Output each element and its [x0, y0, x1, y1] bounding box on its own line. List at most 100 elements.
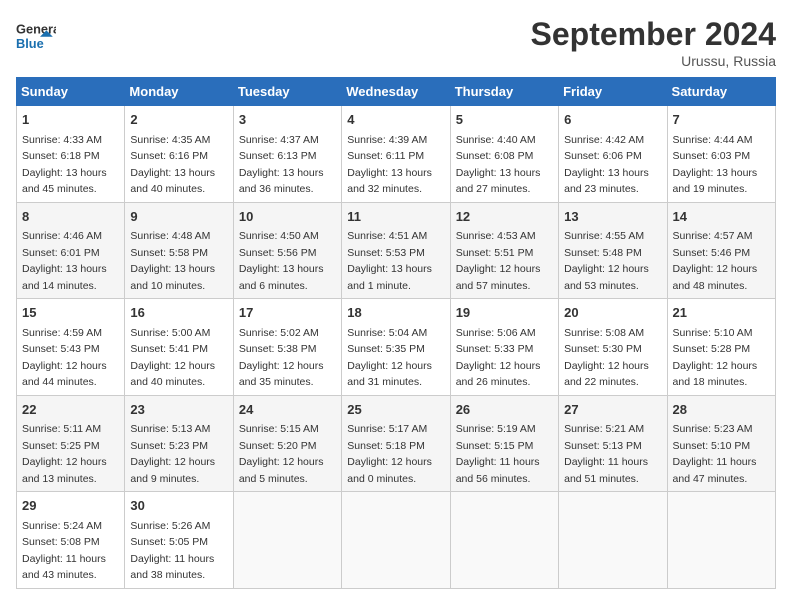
- cell-text: Sunrise: 5:10 AMSunset: 5:28 PMDaylight:…: [673, 327, 758, 389]
- day-number: 3: [239, 110, 336, 130]
- calendar-cell: 28 Sunrise: 5:23 AMSunset: 5:10 PMDayligh…: [667, 395, 775, 492]
- cell-text: Sunrise: 4:48 AMSunset: 5:58 PMDaylight:…: [130, 230, 215, 292]
- cell-text: Sunrise: 4:33 AMSunset: 6:18 PMDaylight:…: [22, 134, 107, 196]
- calendar-cell: 21 Sunrise: 5:10 AMSunset: 5:28 PMDayligh…: [667, 299, 775, 396]
- calendar-cell: 1 Sunrise: 4:33 AMSunset: 6:18 PMDaylight…: [17, 106, 125, 203]
- calendar-cell: 3 Sunrise: 4:37 AMSunset: 6:13 PMDaylight…: [233, 106, 341, 203]
- day-number: 2: [130, 110, 227, 130]
- day-number: 6: [564, 110, 661, 130]
- calendar-cell: 6 Sunrise: 4:42 AMSunset: 6:06 PMDaylight…: [559, 106, 667, 203]
- weekday-header-wednesday: Wednesday: [342, 78, 450, 106]
- calendar-cell: [559, 492, 667, 589]
- day-number: 13: [564, 207, 661, 227]
- calendar-cell: 5Sunrise: 4:40 AMSunset: 6:08 PMDaylight…: [450, 106, 558, 203]
- week-row-2: 8 Sunrise: 4:46 AMSunset: 6:01 PMDaylight…: [17, 202, 776, 299]
- cell-text: Sunrise: 4:55 AMSunset: 5:48 PMDaylight:…: [564, 230, 649, 292]
- day-number: 10: [239, 207, 336, 227]
- cell-text: Sunrise: 4:42 AMSunset: 6:06 PMDaylight:…: [564, 134, 649, 196]
- calendar-cell: 9 Sunrise: 4:48 AMSunset: 5:58 PMDaylight…: [125, 202, 233, 299]
- cell-text: Sunrise: 5:11 AMSunset: 5:25 PMDaylight:…: [22, 423, 107, 485]
- calendar-cell: [233, 492, 341, 589]
- day-number: 15: [22, 303, 119, 323]
- cell-text: Sunrise: 4:35 AMSunset: 6:16 PMDaylight:…: [130, 134, 215, 196]
- day-number: 30: [130, 496, 227, 516]
- week-row-1: 1 Sunrise: 4:33 AMSunset: 6:18 PMDaylight…: [17, 106, 776, 203]
- week-row-3: 15 Sunrise: 4:59 AMSunset: 5:43 PMDayligh…: [17, 299, 776, 396]
- calendar-cell: [667, 492, 775, 589]
- calendar-cell: [342, 492, 450, 589]
- calendar-cell: 20 Sunrise: 5:08 AMSunset: 5:30 PMDayligh…: [559, 299, 667, 396]
- cell-text: Sunrise: 5:00 AMSunset: 5:41 PMDaylight:…: [130, 327, 215, 389]
- title-block: September 2024 Urussu, Russia: [531, 16, 776, 69]
- calendar-cell: 14 Sunrise: 4:57 AMSunset: 5:46 PMDayligh…: [667, 202, 775, 299]
- day-number: 14: [673, 207, 770, 227]
- day-number: 16: [130, 303, 227, 323]
- cell-text: Sunrise: 5:23 AMSunset: 5:10 PMDaylight:…: [673, 423, 757, 485]
- logo-icon: General Blue: [16, 16, 56, 56]
- calendar-cell: 15 Sunrise: 4:59 AMSunset: 5:43 PMDayligh…: [17, 299, 125, 396]
- day-number: 1: [22, 110, 119, 130]
- weekday-header-saturday: Saturday: [667, 78, 775, 106]
- day-number: 4: [347, 110, 444, 130]
- calendar-cell: 10 Sunrise: 4:50 AMSunset: 5:56 PMDayligh…: [233, 202, 341, 299]
- weekday-header-tuesday: Tuesday: [233, 78, 341, 106]
- cell-text: Sunrise: 4:40 AMSunset: 6:08 PMDaylight:…: [456, 134, 541, 196]
- month-title: September 2024: [531, 16, 776, 53]
- weekday-header-monday: Monday: [125, 78, 233, 106]
- day-number: 17: [239, 303, 336, 323]
- cell-text: Sunrise: 4:57 AMSunset: 5:46 PMDaylight:…: [673, 230, 758, 292]
- day-number: 25: [347, 400, 444, 420]
- logo: General Blue: [16, 16, 60, 56]
- cell-text: Sunrise: 5:04 AMSunset: 5:35 PMDaylight:…: [347, 327, 432, 389]
- calendar-cell: 12Sunrise: 4:53 AMSunset: 5:51 PMDayligh…: [450, 202, 558, 299]
- calendar-cell: 17Sunrise: 5:02 AMSunset: 5:38 PMDayligh…: [233, 299, 341, 396]
- day-number: 29: [22, 496, 119, 516]
- cell-text: Sunrise: 4:37 AMSunset: 6:13 PMDaylight:…: [239, 134, 324, 196]
- calendar-cell: 27 Sunrise: 5:21 AMSunset: 5:13 PMDayligh…: [559, 395, 667, 492]
- day-number: 27: [564, 400, 661, 420]
- calendar-cell: 22 Sunrise: 5:11 AMSunset: 5:25 PMDayligh…: [17, 395, 125, 492]
- day-number: 28: [673, 400, 770, 420]
- day-number: 23: [130, 400, 227, 420]
- page-header: General Blue September 2024 Urussu, Russ…: [16, 16, 776, 69]
- cell-text: Sunrise: 5:26 AMSunset: 5:05 PMDaylight:…: [130, 520, 214, 582]
- calendar-cell: 23 Sunrise: 5:13 AMSunset: 5:23 PMDayligh…: [125, 395, 233, 492]
- calendar-cell: 8 Sunrise: 4:46 AMSunset: 6:01 PMDaylight…: [17, 202, 125, 299]
- weekday-header-sunday: Sunday: [17, 78, 125, 106]
- day-number: 18: [347, 303, 444, 323]
- calendar-cell: 19Sunrise: 5:06 AMSunset: 5:33 PMDayligh…: [450, 299, 558, 396]
- day-number: 7: [673, 110, 770, 130]
- cell-text: Sunrise: 4:51 AMSunset: 5:53 PMDaylight:…: [347, 230, 432, 292]
- cell-text: Sunrise: 5:17 AMSunset: 5:18 PMDaylight:…: [347, 423, 432, 485]
- calendar-cell: 26Sunrise: 5:19 AMSunset: 5:15 PMDayligh…: [450, 395, 558, 492]
- cell-text: Sunrise: 4:53 AMSunset: 5:51 PMDaylight:…: [456, 230, 541, 292]
- cell-text: Sunrise: 5:06 AMSunset: 5:33 PMDaylight:…: [456, 327, 541, 389]
- day-number: 8: [22, 207, 119, 227]
- cell-text: Sunrise: 4:44 AMSunset: 6:03 PMDaylight:…: [673, 134, 758, 196]
- weekday-header-thursday: Thursday: [450, 78, 558, 106]
- calendar-cell: 4 Sunrise: 4:39 AMSunset: 6:11 PMDaylight…: [342, 106, 450, 203]
- cell-text: Sunrise: 4:59 AMSunset: 5:43 PMDaylight:…: [22, 327, 107, 389]
- day-number: 22: [22, 400, 119, 420]
- cell-text: Sunrise: 4:50 AMSunset: 5:56 PMDaylight:…: [239, 230, 324, 292]
- week-row-5: 29Sunrise: 5:24 AMSunset: 5:08 PMDayligh…: [17, 492, 776, 589]
- cell-text: Sunrise: 5:19 AMSunset: 5:15 PMDaylight:…: [456, 423, 540, 485]
- cell-text: Sunrise: 4:39 AMSunset: 6:11 PMDaylight:…: [347, 134, 432, 196]
- cell-text: Sunrise: 5:08 AMSunset: 5:30 PMDaylight:…: [564, 327, 649, 389]
- weekday-header-friday: Friday: [559, 78, 667, 106]
- day-number: 9: [130, 207, 227, 227]
- day-number: 21: [673, 303, 770, 323]
- svg-text:Blue: Blue: [16, 36, 44, 51]
- calendar-cell: 30 Sunrise: 5:26 AMSunset: 5:05 PMDayligh…: [125, 492, 233, 589]
- calendar-cell: 18 Sunrise: 5:04 AMSunset: 5:35 PMDayligh…: [342, 299, 450, 396]
- calendar-cell: 13 Sunrise: 4:55 AMSunset: 5:48 PMDayligh…: [559, 202, 667, 299]
- week-row-4: 22 Sunrise: 5:11 AMSunset: 5:25 PMDayligh…: [17, 395, 776, 492]
- day-number: 20: [564, 303, 661, 323]
- cell-text: Sunrise: 5:21 AMSunset: 5:13 PMDaylight:…: [564, 423, 648, 485]
- calendar-cell: 16 Sunrise: 5:00 AMSunset: 5:41 PMDayligh…: [125, 299, 233, 396]
- calendar-cell: 29Sunrise: 5:24 AMSunset: 5:08 PMDayligh…: [17, 492, 125, 589]
- cell-text: Sunrise: 5:13 AMSunset: 5:23 PMDaylight:…: [130, 423, 215, 485]
- cell-text: Sunrise: 5:15 AMSunset: 5:20 PMDaylight:…: [239, 423, 324, 485]
- cell-text: Sunrise: 4:46 AMSunset: 6:01 PMDaylight:…: [22, 230, 107, 292]
- day-number: 11: [347, 207, 444, 227]
